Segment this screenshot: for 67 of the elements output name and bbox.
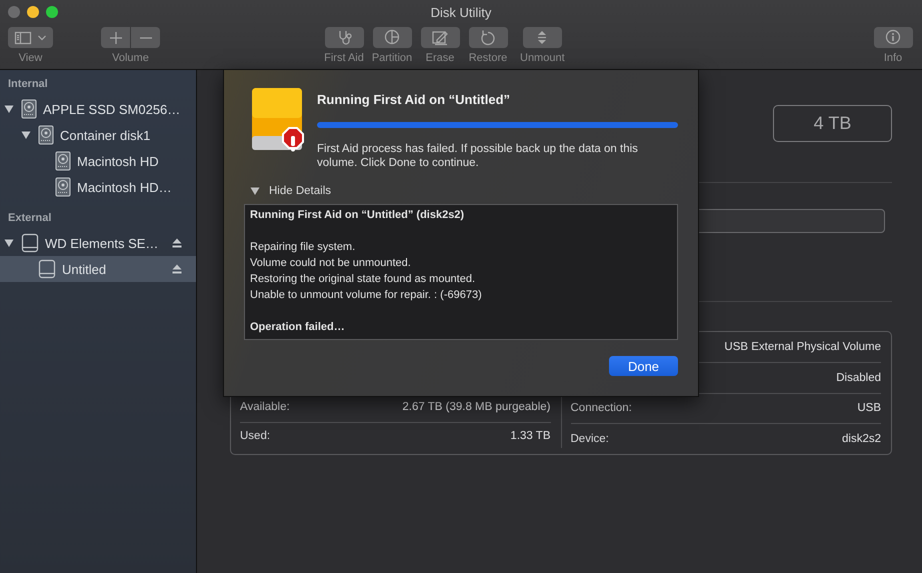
info-value: disk2s2 bbox=[842, 433, 881, 446]
info-label: Available: bbox=[240, 400, 290, 412]
erase-button[interactable] bbox=[420, 27, 460, 48]
sidebar-item[interactable]: Untitled bbox=[0, 256, 196, 282]
toolbar-label: Info bbox=[884, 52, 902, 64]
toolbar-label: First Aid bbox=[324, 52, 364, 64]
add-volume-button[interactable] bbox=[101, 27, 130, 48]
toolbar-label: Erase bbox=[426, 52, 454, 64]
info-label: Connection: bbox=[570, 402, 632, 414]
external-drive-icon bbox=[21, 233, 39, 253]
expanded-triangle-icon[interactable] bbox=[4, 238, 14, 248]
sidebar-item[interactable]: WD Elements SE… bbox=[0, 230, 196, 256]
minimize-button[interactable] bbox=[27, 6, 39, 18]
section-header: Internal bbox=[7, 78, 49, 92]
sidebar-item[interactable]: APPLE SSD SM0256… bbox=[0, 96, 196, 122]
details-toggle[interactable]: Hide Details bbox=[250, 185, 331, 197]
hard-drive-icon bbox=[21, 99, 37, 119]
expanded-triangle-icon bbox=[250, 186, 260, 196]
toolbar-label: Partition bbox=[372, 52, 412, 64]
zoom-button[interactable] bbox=[46, 6, 58, 18]
toolbar-label: Restore bbox=[468, 52, 508, 64]
eject-icon[interactable] bbox=[172, 238, 182, 248]
toolbar-label: Unmount bbox=[520, 52, 565, 64]
partition-button[interactable] bbox=[372, 27, 412, 48]
info-value: Disabled bbox=[836, 372, 881, 384]
unmount-button[interactable] bbox=[522, 27, 562, 48]
log-line: Operation failed… bbox=[250, 320, 346, 335]
expanded-triangle-icon[interactable] bbox=[4, 104, 14, 114]
log-line: Running First Aid on “Untitled” (disk2s2) bbox=[250, 208, 466, 223]
info-label: Device: bbox=[570, 433, 609, 446]
dialog-message: First Aid process has failed. If possible back up the data on this volume. Click Done to continue. bbox=[317, 142, 639, 170]
info-button[interactable] bbox=[874, 27, 912, 48]
view-button[interactable] bbox=[8, 27, 53, 48]
sidebar-item[interactable]: Container disk1 bbox=[0, 122, 196, 148]
plus-icon bbox=[108, 30, 122, 44]
window-title: Disk Utility bbox=[430, 4, 492, 20]
sidebar-icon bbox=[14, 30, 32, 44]
info-value: 1.33 TB bbox=[510, 430, 550, 442]
hard-drive-icon bbox=[55, 151, 71, 171]
done-button[interactable]: Done bbox=[609, 356, 678, 376]
log-line: Restoring the original state found as mounted. bbox=[250, 272, 476, 287]
minus-icon bbox=[140, 36, 152, 38]
external-drive-icon bbox=[38, 259, 56, 279]
info-value: 2.67 TB (39.8 MB purgeable) bbox=[402, 400, 550, 412]
capacity-box: 4 TB bbox=[773, 105, 892, 142]
info-value: USB bbox=[857, 402, 881, 414]
log-line: Volume could not be unmounted. bbox=[250, 256, 412, 271]
log-line: Unable to unmount volume for repair. : (-69673) bbox=[250, 288, 483, 303]
info-label: Used: bbox=[240, 430, 270, 442]
log-line: Repairing file system. bbox=[250, 240, 356, 255]
section-header: External bbox=[7, 212, 52, 226]
pie-chart-icon bbox=[382, 29, 402, 46]
sidebar-item[interactable]: Macintosh HD… bbox=[0, 174, 196, 200]
first-aid-button[interactable] bbox=[324, 27, 364, 48]
info-icon bbox=[883, 29, 903, 46]
chevron-icon bbox=[37, 34, 47, 42]
hard-drive-icon bbox=[55, 177, 71, 197]
pencil-pad-icon bbox=[430, 29, 450, 46]
restore-button[interactable] bbox=[468, 27, 508, 48]
toolbar-label: Volume bbox=[112, 52, 149, 64]
sidebar-item[interactable]: Macintosh HD bbox=[0, 148, 196, 174]
toolbar-label: View bbox=[18, 52, 42, 64]
eject-icon[interactable] bbox=[172, 264, 182, 274]
hard-drive-icon bbox=[38, 125, 54, 145]
dialog-title: Running First Aid on “Untitled” bbox=[317, 92, 512, 107]
info-value: USB External Physical Volume bbox=[724, 340, 881, 353]
expanded-triangle-icon[interactable] bbox=[21, 130, 31, 140]
